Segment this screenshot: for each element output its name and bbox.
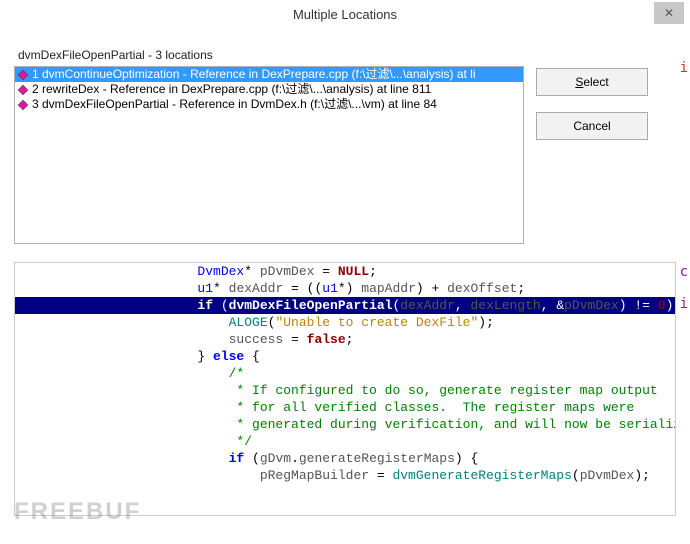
title-bar: Multiple Locations ✕ bbox=[0, 0, 690, 30]
location-row[interactable]: 3 dvmDexFileOpenPartial - Reference in D… bbox=[15, 97, 523, 112]
code-viewer[interactable]: DvmDex* pDvmDex = NULL; u1* dexAddr = ((… bbox=[14, 262, 676, 516]
code-line: * If configured to do so, generate regis… bbox=[15, 382, 675, 399]
locations-list[interactable]: 1 dvmContinueOptimization - Reference in… bbox=[14, 66, 524, 244]
dialog-body: dvmDexFileOpenPartial - 3 locations 1 dv… bbox=[0, 30, 690, 250]
diamond-icon bbox=[17, 70, 29, 80]
code-line: DvmDex* pDvmDex = NULL; bbox=[15, 263, 675, 280]
location-row[interactable]: 2 rewriteDex - Reference in DexPrepare.c… bbox=[15, 82, 523, 97]
location-text: 1 dvmContinueOptimization - Reference in… bbox=[32, 67, 476, 82]
code-line: pRegMapBuilder = dvmGenerateRegisterMaps… bbox=[15, 467, 675, 484]
dialog-title: Multiple Locations bbox=[293, 7, 397, 22]
code-line: */ bbox=[15, 433, 675, 450]
close-button[interactable]: ✕ bbox=[654, 2, 684, 24]
code-line: /* bbox=[15, 365, 675, 382]
location-text: 2 rewriteDex - Reference in DexPrepare.c… bbox=[32, 82, 431, 97]
gutter-marker: i bbox=[680, 60, 688, 76]
location-row[interactable]: 1 dvmContinueOptimization - Reference in… bbox=[15, 67, 523, 82]
code-line: u1* dexAddr = ((u1*) mapAddr) + dexOffse… bbox=[15, 280, 675, 297]
code-line: } else { bbox=[15, 348, 675, 365]
button-column: Select Cancel bbox=[536, 66, 648, 244]
location-text: 3 dvmDexFileOpenPartial - Reference in D… bbox=[32, 97, 437, 112]
locations-subtitle: dvmDexFileOpenPartial - 3 locations bbox=[18, 48, 672, 62]
code-line: * generated during verification, and wil… bbox=[15, 416, 675, 433]
close-icon: ✕ bbox=[664, 6, 674, 20]
code-line: if (gDvm.generateRegisterMaps) { bbox=[15, 450, 675, 467]
code-line: ALOGE("Unable to create DexFile"); bbox=[15, 314, 675, 331]
select-button[interactable]: Select bbox=[536, 68, 648, 96]
code-line: * for all verified classes. The register… bbox=[15, 399, 675, 416]
code-line: if (dvmDexFileOpenPartial(dexAddr, dexLe… bbox=[15, 297, 675, 314]
code-line: success = false; bbox=[15, 331, 675, 348]
cancel-button[interactable]: Cancel bbox=[536, 112, 648, 140]
diamond-icon bbox=[17, 85, 29, 95]
gutter-marker: c bbox=[680, 264, 688, 280]
gutter-marker: i bbox=[680, 296, 688, 312]
diamond-icon bbox=[17, 100, 29, 110]
